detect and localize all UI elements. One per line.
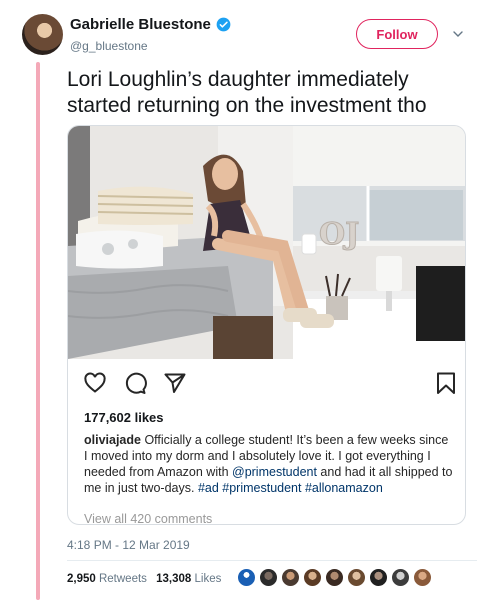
liker-avatar[interactable] bbox=[391, 568, 410, 587]
thread-line bbox=[36, 62, 40, 600]
author-display-name[interactable]: Gabrielle Bluestone bbox=[70, 16, 211, 33]
retweets-stat[interactable]: 2,950 Retweets bbox=[67, 573, 147, 585]
author-handle[interactable]: @g_bluestone bbox=[70, 39, 231, 53]
author-avatar[interactable] bbox=[22, 14, 63, 55]
caption-hashtags[interactable]: #ad #primestudent #allonamazon bbox=[198, 481, 383, 495]
bookmark-icon[interactable] bbox=[434, 371, 458, 395]
dorm-room-photo[interactable]: OJ bbox=[68, 126, 465, 359]
share-icon[interactable] bbox=[163, 371, 187, 395]
tweet-timestamp[interactable]: 4:18 PM - 12 Mar 2019 bbox=[67, 538, 190, 552]
marquee-letters: OJ bbox=[319, 217, 359, 252]
heart-icon[interactable] bbox=[83, 371, 107, 395]
likes-label: Likes bbox=[194, 573, 222, 585]
post-likes-count[interactable]: 177,602 likes bbox=[84, 410, 164, 425]
author-info: Gabrielle Bluestone @g_bluestone bbox=[70, 16, 231, 53]
liker-avatars bbox=[237, 568, 432, 588]
liker-avatar[interactable] bbox=[369, 568, 388, 587]
likes-stat[interactable]: 13,308 Likes bbox=[156, 573, 221, 585]
retweets-label: Retweets bbox=[98, 573, 147, 585]
verified-badge-icon bbox=[216, 17, 231, 32]
liker-avatar[interactable] bbox=[237, 568, 256, 587]
instagram-actions bbox=[83, 371, 458, 395]
tweet-stats: 2,950 Retweets 13,308 Likes bbox=[67, 573, 227, 585]
caption-username[interactable]: oliviajade bbox=[84, 433, 141, 447]
liker-avatar[interactable] bbox=[281, 568, 300, 587]
liker-avatar[interactable] bbox=[259, 568, 278, 587]
instagram-embed-card[interactable]: OJ 177,602 likes oliviajade Officially a… bbox=[67, 125, 466, 525]
liker-avatar[interactable] bbox=[347, 568, 366, 587]
liker-avatar[interactable] bbox=[303, 568, 322, 587]
tweet-text: Lori Loughlin’s daughter immediately sta… bbox=[67, 68, 427, 117]
photo-illustration: OJ bbox=[68, 126, 465, 359]
view-comments-link[interactable]: View all 420 comments bbox=[84, 512, 212, 524]
liker-avatar[interactable] bbox=[325, 568, 344, 587]
post-caption: oliviajade Officially a college student!… bbox=[84, 432, 454, 496]
follow-button[interactable]: Follow bbox=[356, 19, 438, 49]
comment-icon[interactable] bbox=[123, 371, 147, 395]
stats-divider bbox=[67, 560, 477, 561]
liker-avatar[interactable] bbox=[413, 568, 432, 587]
chevron-down-icon[interactable] bbox=[452, 28, 464, 40]
caption-mention[interactable]: @primestudent bbox=[232, 465, 317, 479]
likes-count: 13,308 bbox=[156, 573, 192, 585]
retweets-count: 2,950 bbox=[67, 573, 96, 585]
author-name-row[interactable]: Gabrielle Bluestone bbox=[70, 16, 231, 33]
